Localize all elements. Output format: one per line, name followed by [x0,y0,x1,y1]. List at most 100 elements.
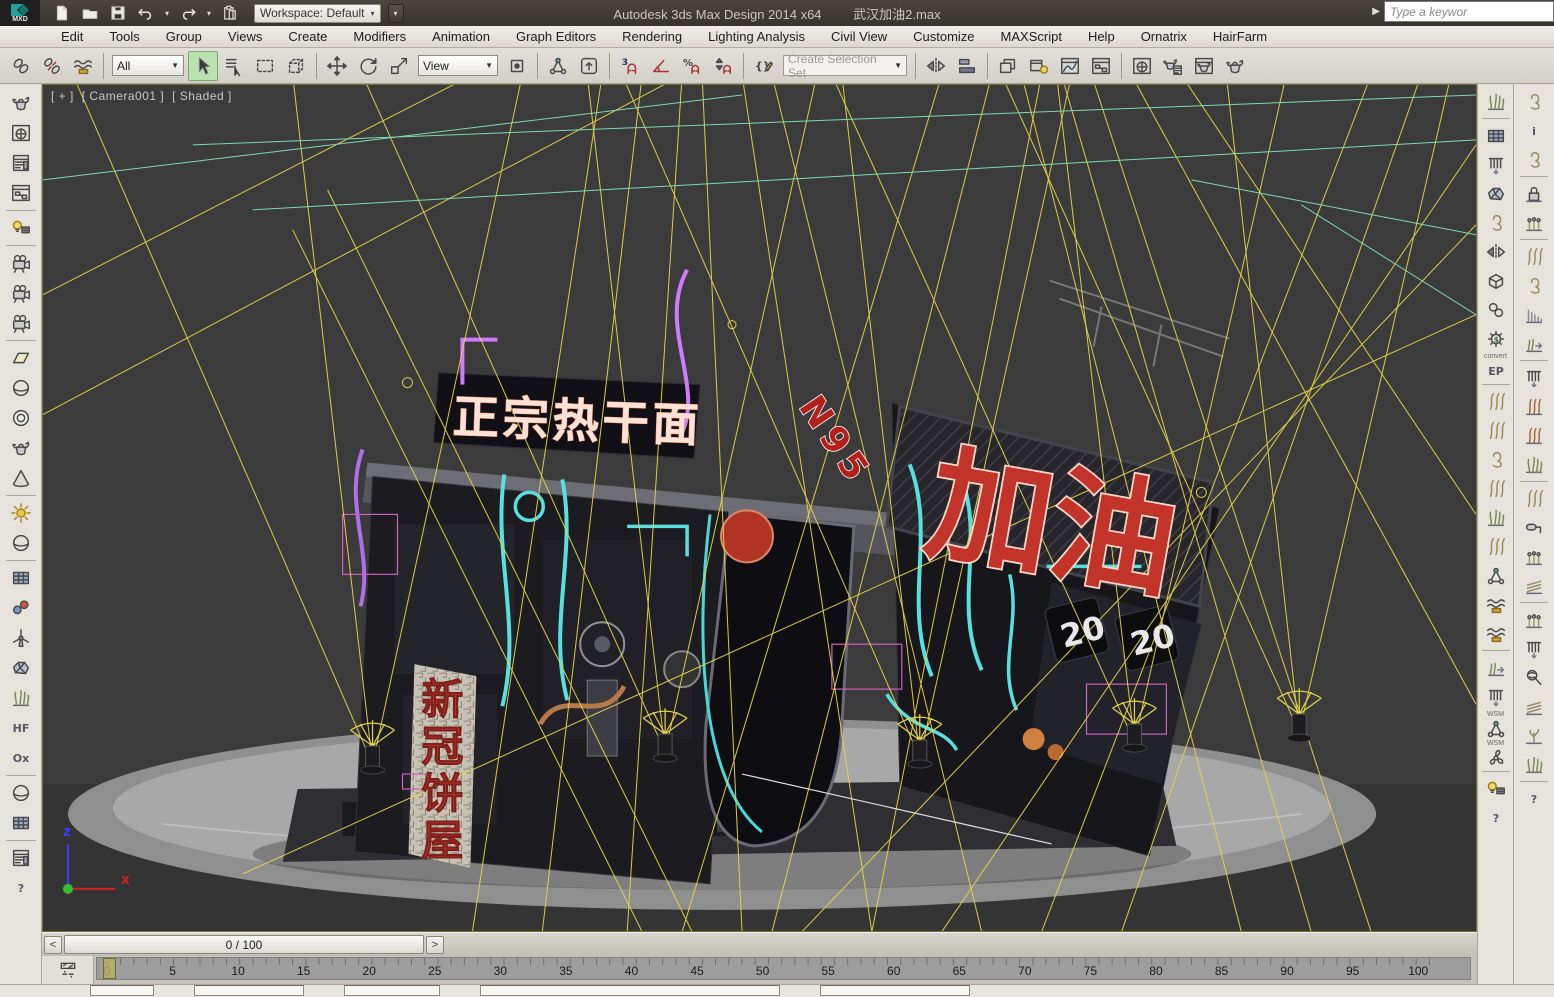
angle-snap-toggle[interactable] [646,51,676,81]
new-file-button[interactable] [50,2,74,24]
edit-named-selection-sets-button[interactable]: {} [749,51,779,81]
select-object-button[interactable] [188,51,218,81]
hf-stack-leaves-button[interactable] [1518,692,1550,721]
ox-ball-arrows-button[interactable]: WSM [1480,711,1512,740]
coordinate-display-field[interactable] [480,985,780,996]
redo-button[interactable] [176,2,200,24]
menu-animation[interactable]: Animation [419,27,503,46]
render-production-button[interactable] [1220,51,1250,81]
menu-rendering[interactable]: Rendering [609,27,695,46]
schedule-grid-button[interactable] [4,808,38,838]
menu-modifiers[interactable]: Modifiers [340,27,419,46]
align-button[interactable] [952,51,982,81]
mirror-button[interactable] [921,51,951,81]
rendered-frame-window-button[interactable] [1189,51,1219,81]
ox-waves-b-button[interactable] [1480,619,1512,648]
open-file-button[interactable] [78,2,102,24]
hairfarm-menu-button[interactable]: HF [4,713,38,743]
render-teapot-button[interactable] [4,88,38,118]
render-setup-button[interactable] [1158,51,1188,81]
project-folder-button[interactable] [218,2,242,24]
hf-twigs-button[interactable] [1518,721,1550,750]
hf-seahorse-button[interactable] [1518,87,1550,116]
hf-help-button[interactable]: ? [1518,784,1550,813]
hf-sticks-red-button[interactable] [1518,542,1550,571]
time-slider-handle[interactable] [103,958,116,979]
snaps-toggle-button[interactable]: 3 [615,51,645,81]
select-and-scale-button[interactable] [384,51,414,81]
menu-customize[interactable]: Customize [900,27,987,46]
sunlight-button[interactable] [4,498,38,528]
ox-voxel-button[interactable] [1480,266,1512,295]
hf-octopus-button[interactable] [1518,271,1550,300]
light-lister-button[interactable] [4,213,38,243]
graphite-ribbon-toggle[interactable] [1024,51,1054,81]
solar-panels-button[interactable] [4,563,38,593]
menu-maxscript[interactable]: MAXScript [988,27,1075,46]
hf-plant-pale-button[interactable] [1518,750,1550,779]
select-and-move-button[interactable] [322,51,352,81]
redo-dropdown-arrow[interactable]: ▾ [204,2,214,24]
gray-sphere-button[interactable] [4,778,38,808]
menu-help[interactable]: Help [1075,27,1128,46]
ox-comb-button[interactable] [1480,682,1512,711]
skylight-button[interactable] [4,528,38,558]
window-crossing-toggle[interactable] [281,51,311,81]
undo-button[interactable] [134,2,158,24]
hf-strand-marks-button[interactable] [1518,450,1550,479]
rock-tool-button[interactable] [4,653,38,683]
infocenter-arrow-icon[interactable]: ▶ [1372,6,1380,17]
camera-record-button[interactable] [4,308,38,338]
menu-create[interactable]: Create [275,27,340,46]
open-mini-curve-editor-button[interactable] [42,956,94,984]
ox-strand-fountain-button[interactable] [1480,387,1512,416]
hf-hair-pins-button[interactable] [1518,208,1550,237]
menu-lighting-analysis[interactable]: Lighting Analysis [695,27,818,46]
menu-civil-view[interactable]: Civil View [818,27,900,46]
molecule-tool-button[interactable] [4,593,38,623]
ox-gravity-button[interactable] [1480,561,1512,590]
menu-graph-editors[interactable]: Graph Editors [503,27,609,46]
manage-layers-button[interactable] [993,51,1023,81]
next-frame-button[interactable]: > [426,936,444,954]
hf-fibers-dense-button[interactable] [1518,421,1550,450]
ox-convert-ep-button[interactable]: convertEP [1480,353,1512,382]
hf-fibers-red-button[interactable] [1518,392,1550,421]
spinner-snap-toggle[interactable] [708,51,738,81]
unlink-selection-button[interactable] [37,51,67,81]
render-presets-dialog-button[interactable] [4,178,38,208]
viewport-menu-plus[interactable]: [ + ] [51,89,74,103]
save-file-button[interactable] [106,2,130,24]
help-button[interactable]: ? [4,873,38,903]
reference-coordinate-dropdown[interactable]: View▼ [418,55,498,76]
ox-rake-button[interactable] [1480,150,1512,179]
ox-strand-pair-button[interactable] [1480,532,1512,561]
ox-coil-button[interactable] [1480,445,1512,474]
hf-info-button[interactable]: i [1518,116,1550,145]
percent-snap-toggle[interactable]: % [677,51,707,81]
ox-twist-button[interactable] [1480,474,1512,503]
named-selection-set-combo[interactable]: Create Selection Set▼ [783,55,907,76]
ox-mirror-button[interactable] [1480,237,1512,266]
hf-roller-button[interactable] [1518,513,1550,542]
cone-primitive-button[interactable] [4,463,38,493]
camera-create-button[interactable] [4,248,38,278]
hf-seahorse-off-button[interactable] [1518,145,1550,174]
toolbar-overflow-button[interactable]: ▾ [388,4,404,23]
viewport-camera-label[interactable]: [ Camera001 ] [82,89,165,103]
hf-comb-down-button[interactable] [1518,363,1550,392]
bind-to-space-warp-button[interactable] [68,51,98,81]
ox-branches-button[interactable] [1480,503,1512,532]
menu-ornatrix[interactable]: Ornatrix [1128,27,1200,46]
select-and-manipulate-button[interactable] [543,51,573,81]
hf-rows-button[interactable] [1518,634,1550,663]
ox-light-hand-button[interactable] [1480,774,1512,803]
hf-sticks-orange-button[interactable] [1518,605,1550,634]
ox-wool-button[interactable] [1480,179,1512,208]
application-menu-button[interactable]: MXD [0,0,40,26]
hf-kelp-button[interactable] [1518,242,1550,271]
ox-wisp-arrow-button[interactable] [1480,653,1512,682]
ox-waves-a-button[interactable] [1480,590,1512,619]
workspace-dropdown[interactable]: Workspace: Default ▾ [254,4,381,23]
select-and-link-button[interactable] [6,51,36,81]
